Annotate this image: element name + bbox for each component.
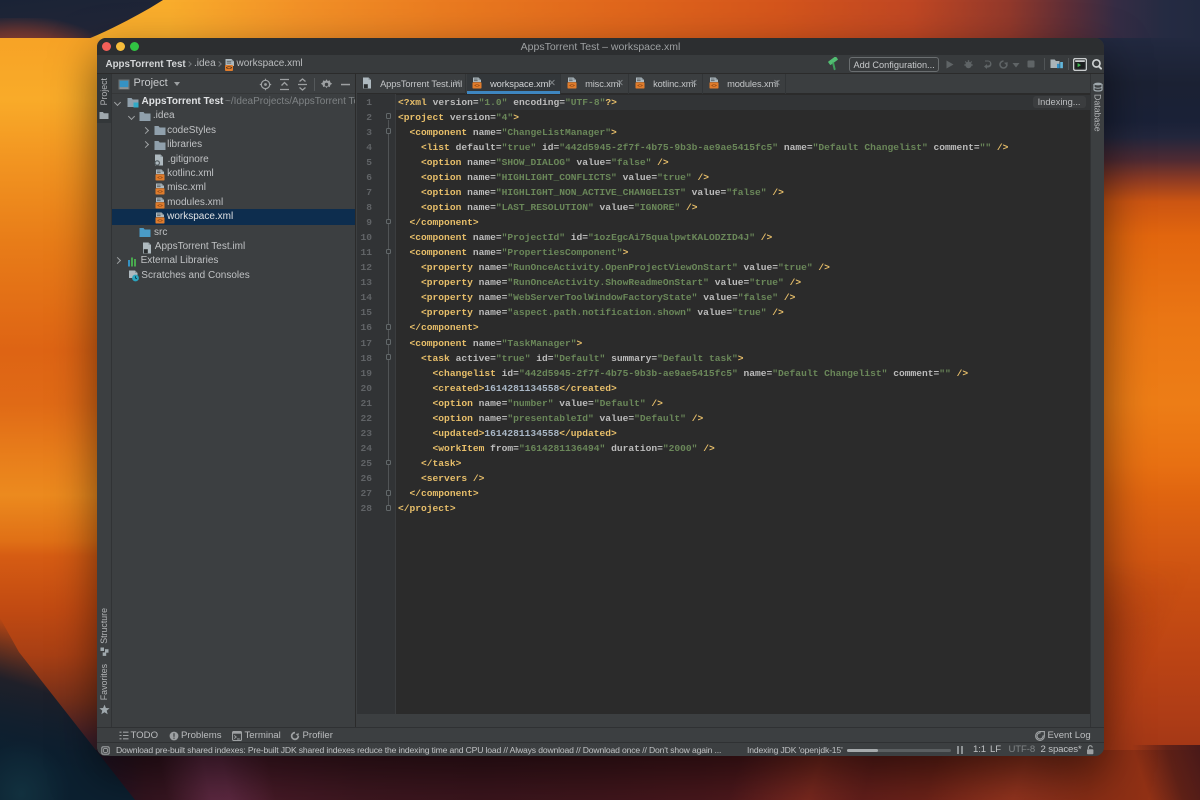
svg-text:<>: <>: [157, 218, 163, 223]
svg-text:<>: <>: [474, 83, 480, 88]
svg-text:<>: <>: [711, 83, 717, 88]
svg-text:<>: <>: [157, 189, 163, 194]
svg-text:<>: <>: [157, 175, 163, 180]
svg-text:<>: <>: [569, 83, 575, 88]
svg-text:<>: <>: [157, 203, 163, 208]
svg-text:<>: <>: [637, 83, 643, 88]
svg-text:<>: <>: [226, 65, 232, 70]
